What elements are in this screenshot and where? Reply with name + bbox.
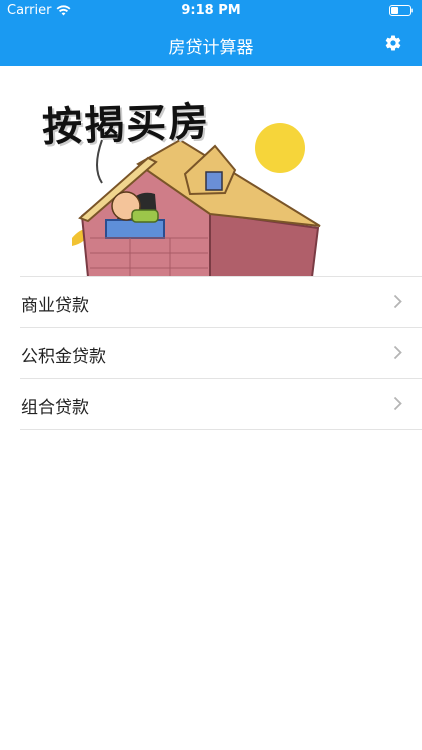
gear-icon[interactable]: [384, 34, 402, 52]
chevron-right-icon: [393, 345, 402, 360]
list-item-label: 商业贷款: [21, 296, 89, 316]
banner-illustration: 按揭买房: [20, 78, 422, 277]
loan-type-list: 商业贷款 公积金贷款 组合贷款: [20, 276, 422, 430]
list-item-label: 组合贷款: [21, 398, 89, 418]
list-item-label: 公积金贷款: [21, 347, 106, 367]
chevron-right-icon: [393, 294, 402, 309]
status-time: 9:18 PM: [181, 3, 241, 18]
banner-caption: 按揭买房: [41, 99, 211, 151]
app-header: Carrier 9:18 PM 房贷计算器: [0, 0, 422, 66]
combined-loan-item[interactable]: 组合贷款: [20, 379, 422, 430]
app-screen: Carrier 9:18 PM 房贷计算器 按揭买房 商业贷款 公积金贷款 组合…: [0, 0, 422, 750]
navigation-bar: 房贷计算器: [0, 22, 422, 66]
provident-fund-loan-item[interactable]: 公积金贷款: [20, 328, 422, 379]
page-title: 房贷计算器: [168, 38, 254, 58]
status-bar: Carrier 9:18 PM: [0, 0, 422, 22]
chevron-right-icon: [393, 396, 402, 411]
commercial-loan-item[interactable]: 商业贷款: [20, 277, 422, 328]
battery-icon: [389, 5, 413, 16]
